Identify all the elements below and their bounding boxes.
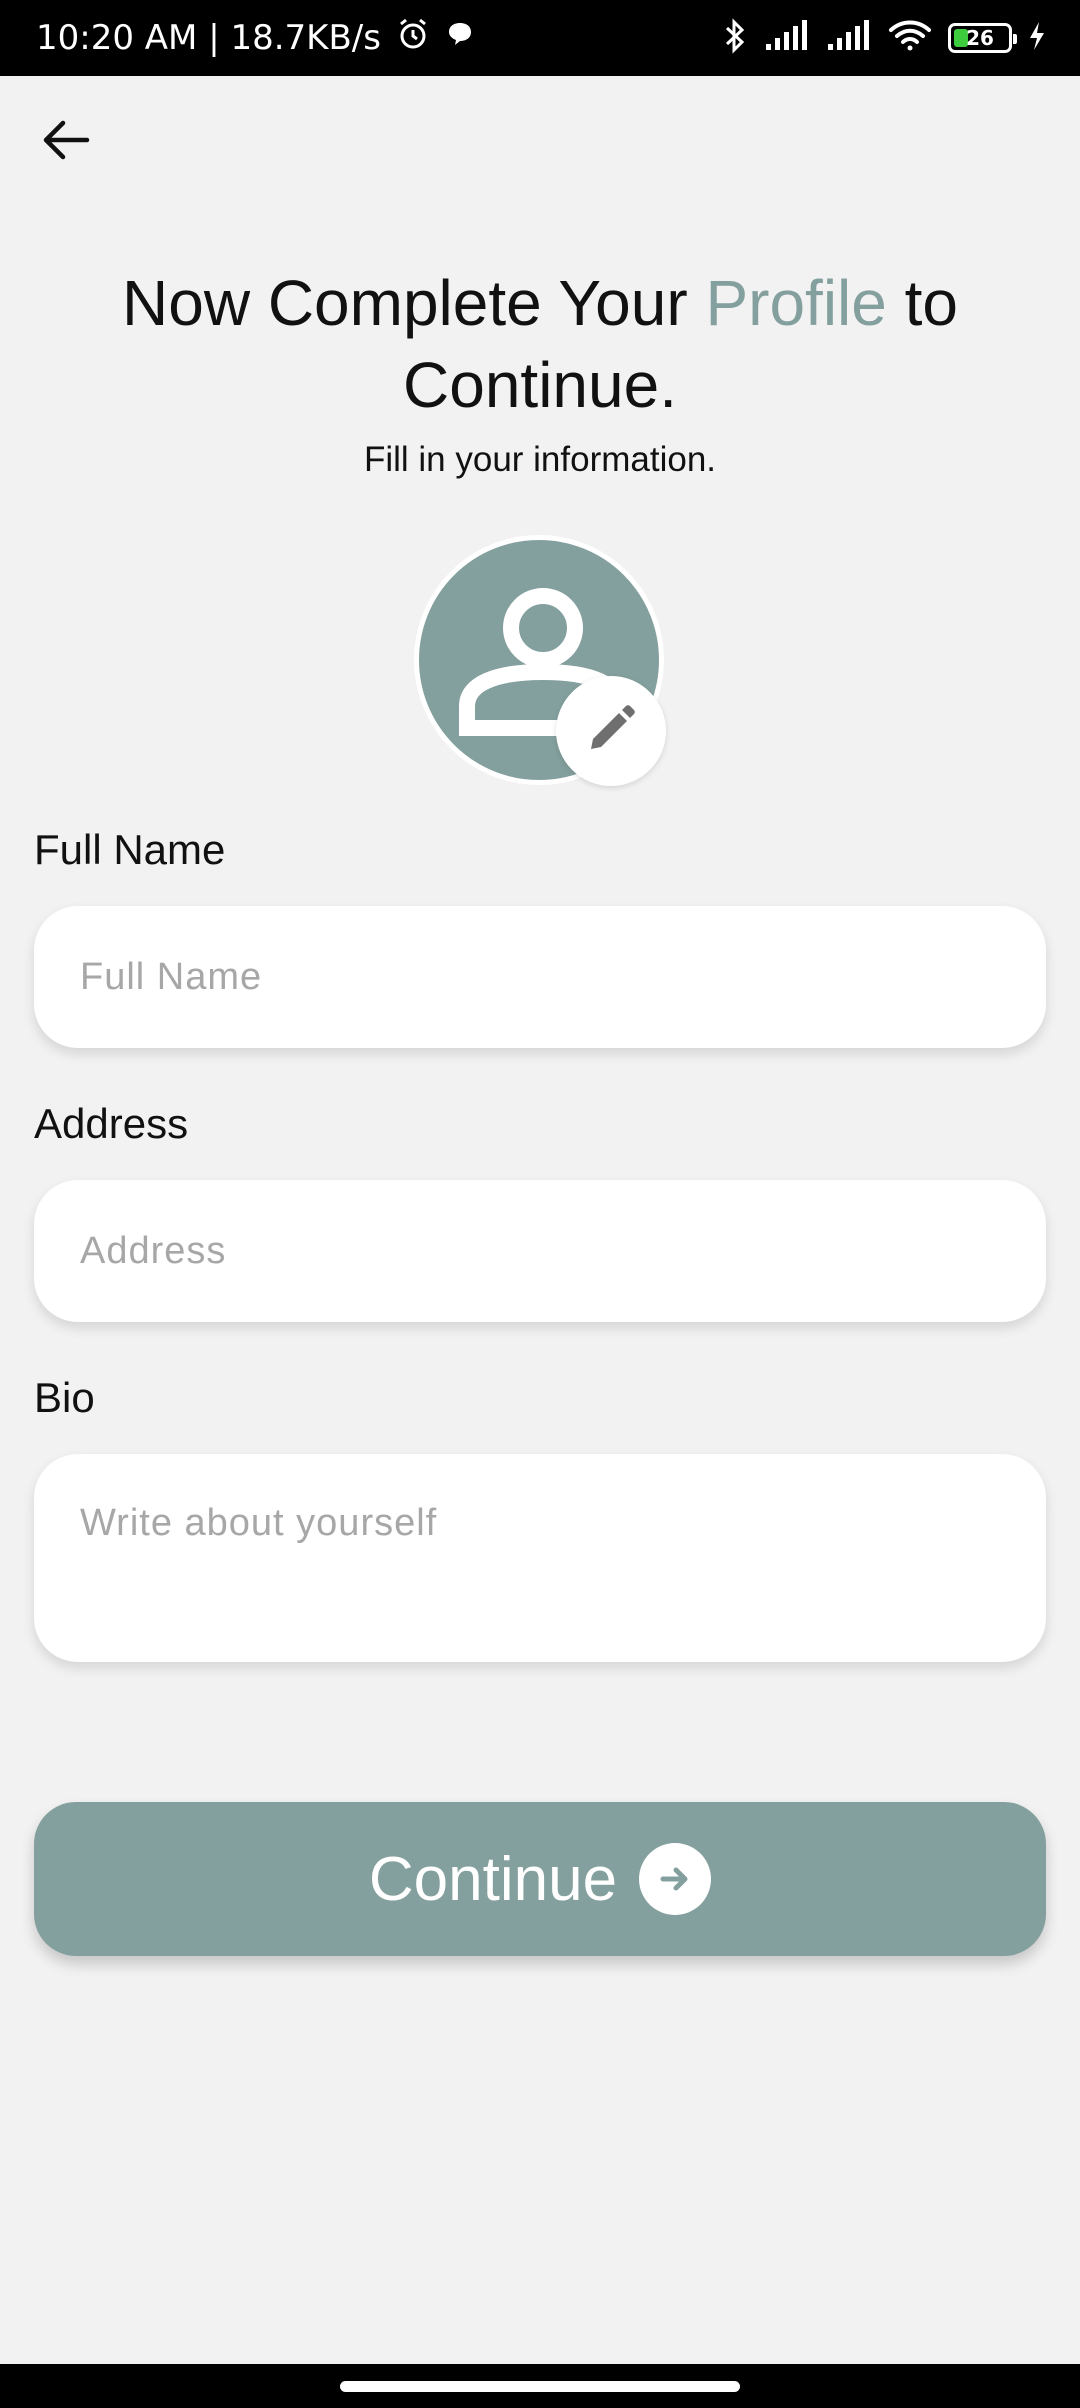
alarm-icon bbox=[395, 16, 431, 61]
battery-icon: 26 bbox=[948, 23, 1017, 53]
title-accent: Profile bbox=[705, 267, 887, 339]
signal-icon bbox=[764, 20, 810, 56]
chat-bubble-icon bbox=[445, 18, 475, 58]
address-field[interactable]: Address bbox=[34, 1180, 1046, 1322]
bio-field[interactable]: Write about yourself bbox=[34, 1454, 1046, 1662]
home-indicator[interactable] bbox=[340, 2380, 740, 2392]
edit-avatar-button[interactable] bbox=[556, 676, 666, 786]
status-bar: 10:20 AM | 18.7KB/s 26 bbox=[0, 0, 1080, 76]
pencil-icon bbox=[583, 701, 639, 762]
address-label: Address bbox=[34, 1100, 189, 1147]
status-left: 10:20 AM | 18.7KB/s bbox=[36, 16, 475, 61]
page-subtitle: Fill in your information. bbox=[363, 440, 717, 479]
status-right: 26 bbox=[722, 18, 1046, 58]
signal-icon bbox=[826, 20, 872, 56]
wifi-icon bbox=[888, 19, 932, 57]
full-name-label: Full Name bbox=[34, 826, 226, 873]
charging-icon bbox=[1028, 21, 1046, 55]
status-time: 10:20 AM | 18.7KB/s bbox=[36, 18, 381, 58]
full-name-placeholder: Full Name bbox=[80, 955, 263, 998]
full-name-field[interactable]: Full Name bbox=[34, 906, 1046, 1048]
arrow-right-circle-icon bbox=[639, 1843, 712, 1915]
page-title: Now Complete Your Profile to Continue. bbox=[60, 262, 1020, 426]
title-text: Now Complete Your bbox=[122, 267, 706, 339]
arrow-left-icon bbox=[41, 118, 91, 167]
navigation-bar bbox=[0, 2364, 1080, 2408]
battery-level: 26 bbox=[966, 26, 994, 50]
bluetooth-icon bbox=[722, 18, 748, 58]
continue-label: Continue bbox=[368, 1844, 618, 1914]
continue-button[interactable]: Continue bbox=[34, 1802, 1046, 1956]
bio-placeholder: Write about yourself bbox=[80, 1502, 438, 1544]
back-button[interactable] bbox=[36, 112, 96, 172]
address-placeholder: Address bbox=[80, 1229, 227, 1272]
bio-label: Bio bbox=[34, 1374, 95, 1421]
